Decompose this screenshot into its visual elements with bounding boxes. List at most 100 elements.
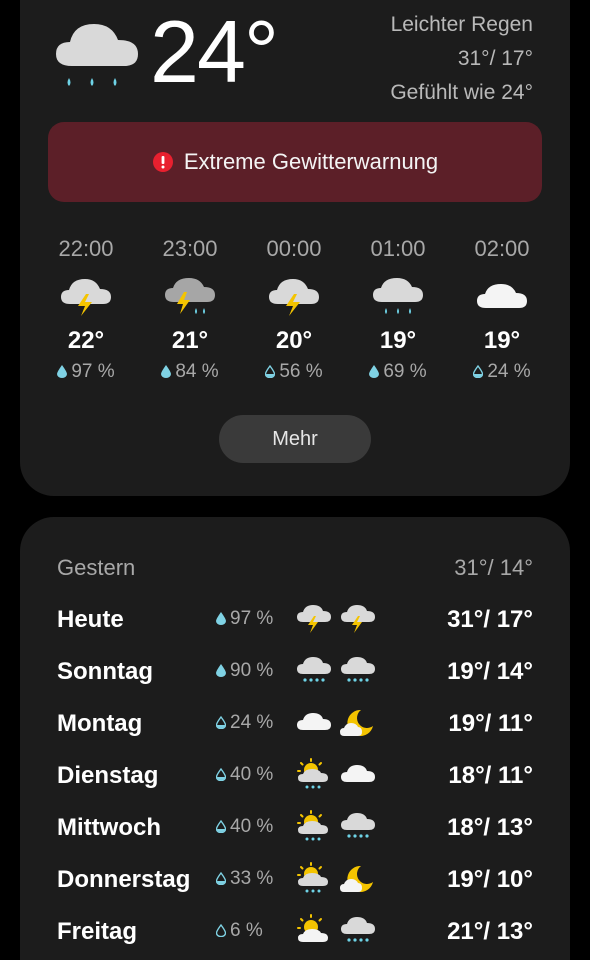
rain-icon	[341, 917, 375, 942]
hour-precip: 56 %	[242, 358, 346, 386]
drop-icon	[57, 365, 68, 378]
drop-icon	[161, 365, 172, 378]
cloud-icon	[477, 284, 527, 308]
daily-row[interactable]: Dienstag 40 % 18°/ 11°	[20, 750, 570, 802]
rain-icon	[341, 813, 375, 838]
hour-precip-value: 56 %	[279, 361, 323, 382]
day-name: Sonntag	[57, 658, 153, 685]
day-name: Dienstag	[57, 762, 159, 789]
hour-precip-value: 24 %	[487, 361, 531, 382]
day-precip-value: 97 %	[230, 608, 274, 629]
hour-precip: 84 %	[138, 358, 242, 386]
condition-summary: Leichter Regen 31°/ 17° Gefühlt wie 24°	[390, 8, 533, 110]
sun-cloud-rain-icon	[297, 810, 328, 841]
thunderstorm-rain-icon	[165, 278, 215, 314]
daily-row[interactable]: Montag 24 % 19°/ 11°	[20, 698, 570, 750]
light-rain-icon	[56, 24, 138, 86]
day-temps: 18°/ 11°	[448, 762, 533, 789]
sun-cloud-rain-icon	[297, 758, 328, 789]
thunderstorm-icon	[269, 279, 319, 316]
day-precip-value: 90 %	[230, 660, 274, 681]
hour-precip-value: 97 %	[71, 361, 115, 382]
condition-text: Leichter Regen	[390, 13, 533, 36]
day-precip-value: 24 %	[230, 712, 274, 733]
daily-forecast-card: Gestern 31°/ 14° Heute 97 % 31°/ 17° Son…	[20, 517, 570, 960]
hour-time: 22:00	[58, 236, 114, 261]
drop-icon	[216, 664, 226, 677]
cloud-icon	[297, 713, 331, 730]
daily-row[interactable]: Freitag 6 % 21°/ 13°	[20, 906, 570, 958]
hourly-item: 00:00 20° 56 %	[242, 232, 346, 386]
day-precip: 40 %	[216, 764, 273, 786]
day-precip: 90 %	[216, 660, 273, 682]
day-precip-value: 40 %	[230, 764, 274, 785]
hour-temp: 21°	[171, 327, 209, 354]
alert-text: Extreme Gewitterwarnung	[183, 149, 439, 174]
hour-precip-value: 84 %	[175, 361, 219, 382]
drop-outline-icon	[216, 820, 226, 833]
day-precip-value: 6 %	[230, 920, 263, 941]
weather-screen: 24° Leichter Regen 31°/ 17° Gefühlt wie …	[0, 0, 590, 960]
day-temps: 19°/ 11°	[448, 710, 533, 737]
day-temps: 21°/ 13°	[447, 918, 533, 945]
moon-cloud-icon	[340, 865, 373, 892]
hour-time: 01:00	[370, 236, 426, 261]
hour-time: 02:00	[474, 236, 530, 261]
moon-cloud-icon	[340, 709, 373, 736]
daily-row[interactable]: Heute 97 % 31°/ 17°	[20, 594, 570, 646]
hourly-item: 02:00 19° 24 %	[450, 232, 554, 386]
hour-time: 00:00	[266, 236, 322, 261]
hour-precip: 24 %	[450, 358, 554, 386]
weather-alert-banner[interactable]: Extreme Gewitterwarnung	[48, 122, 542, 202]
yesterday-label: Gestern	[57, 555, 136, 580]
day-temps: 31°/ 17°	[447, 606, 533, 633]
hourly-item: 23:00 21° 84 %	[138, 232, 242, 386]
high-low-temp: 31°/ 17°	[457, 47, 533, 70]
hour-time: 23:00	[162, 236, 218, 261]
drop-icon	[369, 365, 380, 378]
day-temps: 19°/ 14°	[447, 658, 533, 685]
hourly-item: 01:00 19° 69 %	[346, 232, 450, 386]
drop-outline-icon	[216, 924, 226, 937]
hour-temp: 20°	[275, 327, 313, 354]
drop-outline-icon	[216, 768, 226, 781]
hour-temp: 22°	[67, 327, 105, 354]
drop-icon	[216, 612, 226, 625]
hour-precip: 97 %	[34, 358, 138, 386]
drop-outline-icon	[216, 716, 226, 729]
thunderstorm-icon	[297, 605, 331, 633]
cloud-icon	[341, 765, 375, 782]
hour-temp: 19°	[379, 327, 417, 354]
more-button[interactable]: Mehr	[219, 415, 371, 463]
current-temperature: 24°	[150, 2, 279, 101]
thunderstorm-icon	[61, 279, 111, 316]
hourly-forecast[interactable]: 22:00 22° 97 % 23:00 21° 84 % 00:00 20° …	[34, 232, 558, 392]
daily-row[interactable]: Mittwoch 40 % 18°/ 13°	[20, 802, 570, 854]
drop-outline-icon	[473, 365, 484, 378]
day-name: Freitag	[57, 918, 138, 945]
day-name: Montag	[57, 710, 143, 737]
day-name: Mittwoch	[57, 814, 161, 841]
yesterday-row: Gestern 31°/ 14°	[20, 543, 570, 595]
day-precip-value: 33 %	[230, 868, 274, 889]
hour-precip: 69 %	[346, 358, 450, 386]
day-precip: 6 %	[216, 920, 263, 942]
day-temps: 19°/ 10°	[447, 866, 533, 893]
day-temps: 18°/ 13°	[447, 814, 533, 841]
rain-icon	[297, 657, 331, 682]
day-precip: 40 %	[216, 816, 273, 838]
daily-row[interactable]: Sonntag 90 % 19°/ 14°	[20, 646, 570, 698]
day-name: Donnerstag	[57, 866, 191, 893]
day-precip: 24 %	[216, 712, 273, 734]
sun-cloud-icon	[297, 914, 328, 942]
rain-icon	[341, 657, 375, 682]
drop-outline-icon	[265, 365, 276, 378]
day-precip-value: 40 %	[230, 816, 274, 837]
day-precip: 97 %	[216, 608, 273, 630]
daily-row[interactable]: Donnerstag 33 % 19°/ 10°	[20, 854, 570, 906]
day-name: Heute	[57, 606, 124, 633]
hourly-item: 22:00 22° 97 %	[34, 232, 138, 386]
rain-icon	[373, 278, 423, 314]
yesterday-temps: 31°/ 14°	[454, 555, 533, 580]
feels-like-temp: Gefühlt wie 24°	[390, 81, 533, 104]
